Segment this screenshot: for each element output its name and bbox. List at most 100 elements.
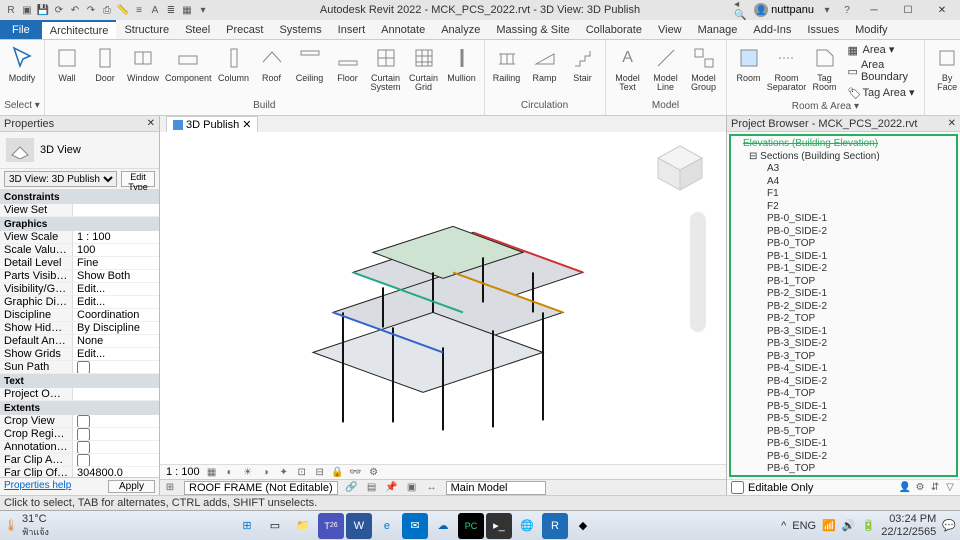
- pb-icon-2[interactable]: ⚙: [914, 482, 926, 494]
- tree-item[interactable]: PB-4_TOP: [733, 388, 954, 401]
- navigation-bar[interactable]: [690, 212, 706, 332]
- active-workset-dropdown[interactable]: ROOF FRAME (Not Editable): [184, 481, 338, 495]
- select-pinned-icon[interactable]: 📌: [386, 482, 398, 494]
- pycharm-icon[interactable]: PC: [458, 513, 484, 539]
- properties-header[interactable]: Properties ✕: [0, 116, 159, 132]
- tree-item[interactable]: PB-5_SIDE-1: [733, 401, 954, 414]
- mail-icon[interactable]: ✉: [402, 513, 428, 539]
- property-row[interactable]: Show GridsEdit...: [0, 348, 159, 361]
- project-browser-header[interactable]: Project Browser - MCK_PCS_2022.rvt ✕: [727, 116, 960, 132]
- modify-button[interactable]: Modify: [4, 42, 40, 85]
- crop-visible-icon[interactable]: ⊟: [314, 466, 326, 478]
- tree-elevations[interactable]: Elevations (Building Elevation): [733, 138, 954, 151]
- select-underlay-icon[interactable]: ▤: [366, 482, 378, 494]
- sun-path-icon[interactable]: ☀: [242, 466, 254, 478]
- properties-help-link[interactable]: Properties help: [4, 480, 71, 493]
- property-value[interactable]: 100: [72, 244, 159, 256]
- property-value[interactable]: [72, 441, 159, 453]
- property-value[interactable]: Show Both: [72, 270, 159, 282]
- property-group[interactable]: Extents: [0, 401, 159, 415]
- dynamo-icon[interactable]: ◆: [570, 513, 596, 539]
- tree-item[interactable]: A4: [733, 176, 954, 189]
- tab-analyze[interactable]: Analyze: [433, 20, 488, 39]
- battery-icon[interactable]: 🔋: [862, 519, 876, 532]
- tab-annotate[interactable]: Annotate: [373, 20, 433, 39]
- onedrive-icon[interactable]: ☁: [430, 513, 456, 539]
- teams-icon[interactable]: T26: [318, 513, 344, 539]
- property-value[interactable]: [72, 361, 159, 373]
- close-hidden-icon[interactable]: ▦: [180, 3, 194, 17]
- property-value[interactable]: By Discipline: [72, 322, 159, 334]
- stair-button[interactable]: Stair: [565, 42, 601, 85]
- tree-item[interactable]: PB-4_SIDE-2: [733, 376, 954, 389]
- start-button[interactable]: ⊞: [234, 513, 260, 539]
- panel-room-label[interactable]: Room & Area ▾: [731, 100, 921, 114]
- property-value[interactable]: Coordination: [72, 309, 159, 321]
- model-line-button[interactable]: Model Line: [648, 42, 684, 94]
- property-group[interactable]: Constraints: [0, 190, 159, 204]
- model-group-button[interactable]: Model Group: [686, 42, 722, 94]
- property-row[interactable]: Sun Path: [0, 361, 159, 374]
- property-row[interactable]: Show Hidden LinesBy Discipline: [0, 322, 159, 335]
- save-icon[interactable]: 💾: [36, 3, 50, 17]
- help-icon[interactable]: ?: [840, 3, 854, 17]
- property-row[interactable]: Default Analysis D...None: [0, 335, 159, 348]
- close-button[interactable]: ✕: [928, 2, 956, 18]
- tag-room-button[interactable]: Tag Room: [807, 42, 843, 94]
- tree-item[interactable]: PB-0_TOP: [733, 238, 954, 251]
- revit-taskbar-icon[interactable]: R: [542, 513, 568, 539]
- curtain-grid-button[interactable]: Curtain Grid: [406, 42, 442, 94]
- property-row[interactable]: Crop View: [0, 415, 159, 428]
- property-row[interactable]: Annotation Crop: [0, 441, 159, 454]
- ceiling-button[interactable]: Ceiling: [292, 42, 328, 85]
- tab-collaborate[interactable]: Collaborate: [578, 20, 650, 39]
- mullion-button[interactable]: Mullion: [444, 42, 480, 85]
- property-row[interactable]: Far Clip Offset304800.0: [0, 467, 159, 477]
- rendering-icon[interactable]: ✦: [278, 466, 290, 478]
- user-chip[interactable]: 👤 nuttpanu: [754, 3, 814, 17]
- property-value[interactable]: Edit...: [72, 283, 159, 295]
- ramp-button[interactable]: Ramp: [527, 42, 563, 85]
- tab-massing[interactable]: Massing & Site: [488, 20, 577, 39]
- property-row[interactable]: Scale Value 1:100: [0, 244, 159, 257]
- tab-systems[interactable]: Systems: [271, 20, 329, 39]
- switch-windows-icon[interactable]: ▾: [196, 3, 210, 17]
- door-button[interactable]: Door: [87, 42, 123, 85]
- tree-item[interactable]: PB-2_TOP: [733, 313, 954, 326]
- property-row[interactable]: Visibility/Graphics...Edit...: [0, 283, 159, 296]
- select-face-icon[interactable]: ▣: [406, 482, 418, 494]
- area-button[interactable]: ▦Area ▾: [845, 42, 921, 57]
- floor-button[interactable]: Floor: [330, 42, 366, 85]
- tree-item[interactable]: PB-0_SIDE-2: [733, 226, 954, 239]
- tree-item[interactable]: F2: [733, 201, 954, 214]
- project-tree[interactable]: Elevations (Building Elevation) ⊟ Sectio…: [729, 134, 958, 477]
- terminal-icon[interactable]: ▸_: [486, 513, 512, 539]
- property-row[interactable]: Crop Region Visible: [0, 428, 159, 441]
- view-tab-3d-publish[interactable]: 3D Publish ✕: [166, 116, 258, 132]
- shadows-icon[interactable]: ◑: [260, 466, 272, 478]
- tree-item[interactable]: PB-6_TOP: [733, 463, 954, 476]
- file-tab[interactable]: File: [0, 20, 42, 39]
- tree-item[interactable]: A3: [733, 163, 954, 176]
- temp-hide-icon[interactable]: 👓: [350, 466, 362, 478]
- tab-modify[interactable]: Modify: [847, 20, 895, 39]
- edge-icon[interactable]: e: [374, 513, 400, 539]
- apply-button[interactable]: Apply: [108, 480, 155, 493]
- property-value[interactable]: Fine: [72, 257, 159, 269]
- tab-manage[interactable]: Manage: [690, 20, 746, 39]
- by-face-button[interactable]: By Face: [929, 42, 960, 94]
- wifi-icon[interactable]: 📶: [822, 519, 836, 532]
- property-row[interactable]: Project Owner: [0, 388, 159, 401]
- viewcube[interactable]: [650, 138, 710, 198]
- tree-item[interactable]: PB-3_TOP: [733, 351, 954, 364]
- room-separator-button[interactable]: Room Separator: [769, 42, 805, 94]
- component-button[interactable]: Component: [163, 42, 214, 85]
- tab-issues[interactable]: Issues: [799, 20, 847, 39]
- thin-lines-icon[interactable]: ≣: [164, 3, 178, 17]
- tab-insert[interactable]: Insert: [330, 20, 374, 39]
- pb-filter-icon[interactable]: ▽: [944, 482, 956, 494]
- window-button[interactable]: Window: [125, 42, 161, 85]
- panel-select-label[interactable]: Select ▾: [4, 99, 40, 113]
- property-value[interactable]: Edit...: [72, 348, 159, 360]
- workset-icon[interactable]: ⊞: [164, 482, 176, 494]
